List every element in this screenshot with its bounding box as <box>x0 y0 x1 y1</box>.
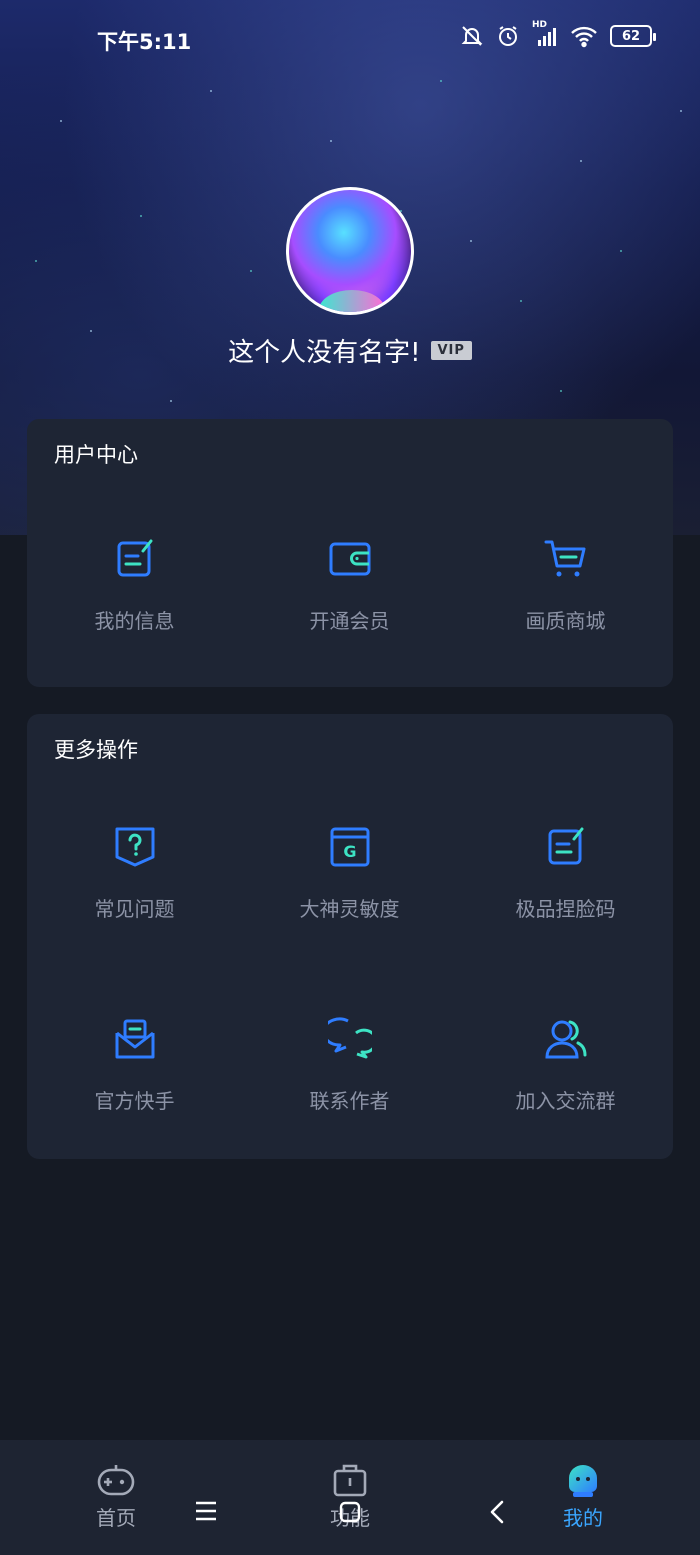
cellular-signal-icon: HD <box>532 20 558 48</box>
pro-sensitivity-button[interactable]: G 大神灵敏度 <box>242 825 457 922</box>
my-info-button[interactable]: 我的信息 <box>27 537 242 634</box>
nav-home[interactable]: 首页 <box>66 1462 166 1531</box>
wifi-icon <box>571 26 597 48</box>
alarm-icon <box>499 26 517 46</box>
face-code-button[interactable]: 极品捏脸码 <box>458 825 673 922</box>
status-icons: HD 62 <box>460 20 656 48</box>
username: 这个人没有名字! <box>228 338 421 368</box>
mute-bell-icon <box>461 26 483 46</box>
status-time: 下午5:11 <box>97 30 192 54</box>
wallet-icon <box>329 542 370 576</box>
group-users-icon <box>544 1020 586 1059</box>
home-square-icon[interactable] <box>338 1500 362 1524</box>
cart-icon <box>544 540 585 577</box>
open-membership-button[interactable]: 开通会员 <box>242 537 457 634</box>
svg-text:G: G <box>343 842 356 861</box>
mascot-icon <box>569 1465 597 1497</box>
gamepad-icon <box>97 1465 135 1496</box>
user-center-title: 用户中心 <box>54 443 138 467</box>
mail-icon <box>115 1019 154 1059</box>
battery-indicator: 62 <box>610 25 656 47</box>
more-actions-title: 更多操作 <box>54 738 138 762</box>
graphics-shop-button[interactable]: 画质商城 <box>458 537 673 634</box>
more-actions-card: 更多操作 常见问题 G 大神灵敏度 极品捏脸码 官方快手 联系作者 加入交流群 <box>27 714 673 1159</box>
vip-badge: VIP <box>430 341 472 360</box>
g-window-icon: G <box>330 827 369 867</box>
menu-icon[interactable] <box>194 1500 218 1522</box>
edit-note-icon <box>117 539 152 577</box>
user-center-card: 用户中心 我的信息 开通会员 画质商城 <box>27 419 673 687</box>
bottom-navigation: 首页 功能 我的 <box>0 1440 700 1555</box>
nav-mine[interactable]: 我的 <box>533 1462 633 1531</box>
join-group-button[interactable]: 加入交流群 <box>458 1017 673 1114</box>
profile-name-row: 这个人没有名字! VIP <box>0 332 700 369</box>
contact-author-button[interactable]: 联系作者 <box>242 1017 457 1114</box>
chat-bubbles-icon <box>327 1017 372 1059</box>
toolbox-icon <box>333 1464 367 1497</box>
status-bar: 下午5:11 HD 62 <box>0 0 700 80</box>
official-kuaishou-button[interactable]: 官方快手 <box>27 1017 242 1114</box>
avatar[interactable] <box>286 187 414 315</box>
back-icon[interactable] <box>488 1500 508 1524</box>
question-shield-icon <box>115 827 154 867</box>
edit-note-icon <box>548 827 583 865</box>
faq-button[interactable]: 常见问题 <box>27 825 242 922</box>
